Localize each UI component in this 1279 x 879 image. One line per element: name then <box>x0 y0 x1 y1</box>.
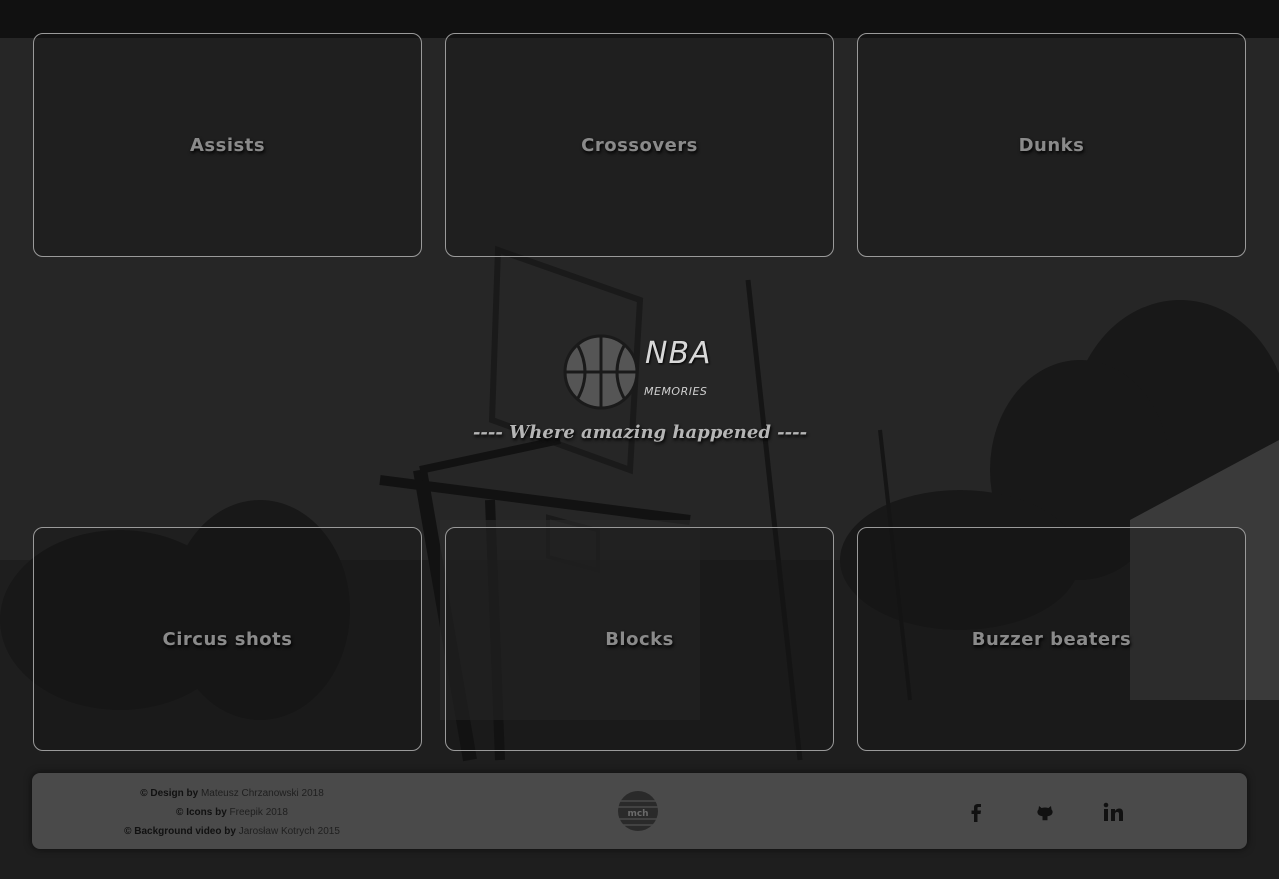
tile-label: Crossovers <box>581 134 698 156</box>
mch-logo[interactable]: mch <box>616 789 660 833</box>
logo-subtitle: MEMORIES <box>644 385 708 398</box>
basketball-icon <box>563 334 639 410</box>
credit-prefix: © Background video by <box>124 826 236 837</box>
facebook-icon[interactable] <box>963 799 989 825</box>
tagline: ---- Where amazing happened ---- <box>472 422 808 443</box>
credits: © Design by Mateusz Chrzanowski 2018 © I… <box>32 784 432 841</box>
tile-blocks[interactable]: Blocks <box>445 527 834 751</box>
footer: © Design by Mateusz Chrzanowski 2018 © I… <box>32 773 1247 849</box>
tile-label: Assists <box>189 134 266 156</box>
tile-label: Dunks <box>1018 134 1085 156</box>
logo-title: NBA <box>645 336 712 371</box>
credit-design-link[interactable]: Mateusz Chrzanowski <box>201 788 299 799</box>
credit-icons: © Icons by Freepik 2018 <box>32 803 432 822</box>
tile-dunks[interactable]: Dunks <box>857 33 1246 257</box>
credit-design: © Design by Mateusz Chrzanowski 2018 <box>32 784 432 803</box>
tile-label: Buzzer beaters <box>971 628 1132 650</box>
site-logo: NBA MEMORIES <box>563 334 723 410</box>
tile-label: Blocks <box>605 628 674 650</box>
credit-year: 2018 <box>301 788 324 799</box>
page: Assists Crossovers Dunks NBA MEMORIES --… <box>0 0 1279 879</box>
credit-background-link[interactable]: Jarosław Kotrych <box>239 826 315 837</box>
tile-circus-shots[interactable]: Circus shots <box>33 527 422 751</box>
linkedin-icon[interactable] <box>1100 799 1126 825</box>
brand-mark: mch <box>627 809 648 819</box>
credit-year: 2018 <box>265 807 288 818</box>
github-icon[interactable] <box>1032 799 1058 825</box>
tile-assists[interactable]: Assists <box>33 33 422 257</box>
tile-crossovers[interactable]: Crossovers <box>445 33 834 257</box>
tile-label: Circus shots <box>162 628 293 650</box>
tile-buzzer-beaters[interactable]: Buzzer beaters <box>857 527 1246 751</box>
credit-icons-link[interactable]: Freepik <box>230 807 263 818</box>
credit-year: 2015 <box>317 826 340 837</box>
credit-background: © Background video by Jarosław Kotrych 2… <box>32 822 432 841</box>
credit-prefix: © Icons by <box>176 807 227 818</box>
credit-prefix: © Design by <box>140 788 199 799</box>
